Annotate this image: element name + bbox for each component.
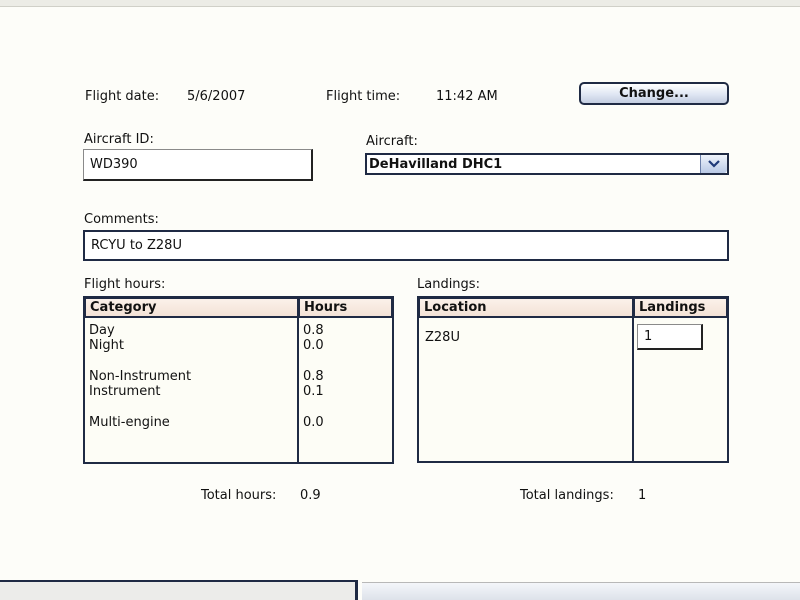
bottom-panel-left — [0, 580, 358, 600]
column-header-location[interactable]: Location — [419, 298, 633, 318]
flight-date-label: Flight date: — [85, 89, 160, 104]
hours-instrument: 0.1 — [303, 384, 324, 399]
column-header-landings[interactable]: Landings — [634, 298, 727, 318]
column-header-category[interactable]: Category — [85, 298, 298, 318]
comments-value: RCYU to Z28U — [91, 238, 182, 253]
flight-time-value: 11:42 AM — [436, 89, 498, 104]
category-multi-engine: Multi-engine — [89, 415, 170, 430]
column-header-hours[interactable]: Hours — [299, 298, 392, 318]
comments-label: Comments: — [84, 212, 159, 227]
aircraft-id-value: WD390 — [90, 157, 138, 172]
aircraft-id-field[interactable]: WD390 — [83, 149, 313, 181]
category-night: Night — [89, 338, 124, 353]
total-hours-value: 0.9 — [300, 488, 321, 503]
aircraft-dropdown-button[interactable] — [700, 155, 727, 173]
category-day: Day — [89, 323, 115, 338]
comments-field[interactable]: RCYU to Z28U — [83, 230, 729, 261]
chevron-down-icon — [708, 160, 720, 168]
hours-night: 0.0 — [303, 338, 324, 353]
flight-hours-label: Flight hours: — [84, 277, 166, 292]
landings-label: Landings: — [417, 277, 480, 292]
flight-date-value: 5/6/2007 — [187, 89, 246, 104]
landings-count-value: 1 — [644, 329, 653, 344]
total-landings-value: 1 — [638, 488, 647, 503]
flight-hours-table: Category Hours Day 0.8 Night 0.0 Non-Ins… — [83, 296, 394, 464]
location-value: Z28U — [425, 330, 460, 345]
total-hours-label: Total hours: — [201, 488, 277, 503]
category-instrument: Instrument — [89, 384, 161, 399]
aircraft-select[interactable]: DeHavilland DHC1 — [365, 153, 729, 175]
aircraft-selected-value: DeHavilland DHC1 — [369, 156, 503, 172]
aircraft-label: Aircraft: — [366, 134, 418, 149]
hours-multi-engine: 0.0 — [303, 415, 324, 430]
column-divider — [297, 298, 299, 462]
category-non-instrument: Non-Instrument — [89, 369, 192, 384]
bottom-panel-right — [362, 582, 800, 600]
window-top-edge — [0, 0, 800, 7]
hours-day: 0.8 — [303, 323, 324, 338]
landings-table: Location Landings Z28U 1 — [417, 296, 729, 463]
aircraft-id-label: Aircraft ID: — [84, 132, 154, 147]
landings-count-input[interactable]: 1 — [637, 324, 703, 350]
hours-non-instrument: 0.8 — [303, 369, 324, 384]
column-divider — [632, 298, 634, 461]
total-landings-label: Total landings: — [520, 488, 614, 503]
flight-time-label: Flight time: — [326, 89, 401, 104]
change-button[interactable]: Change... — [579, 82, 729, 105]
